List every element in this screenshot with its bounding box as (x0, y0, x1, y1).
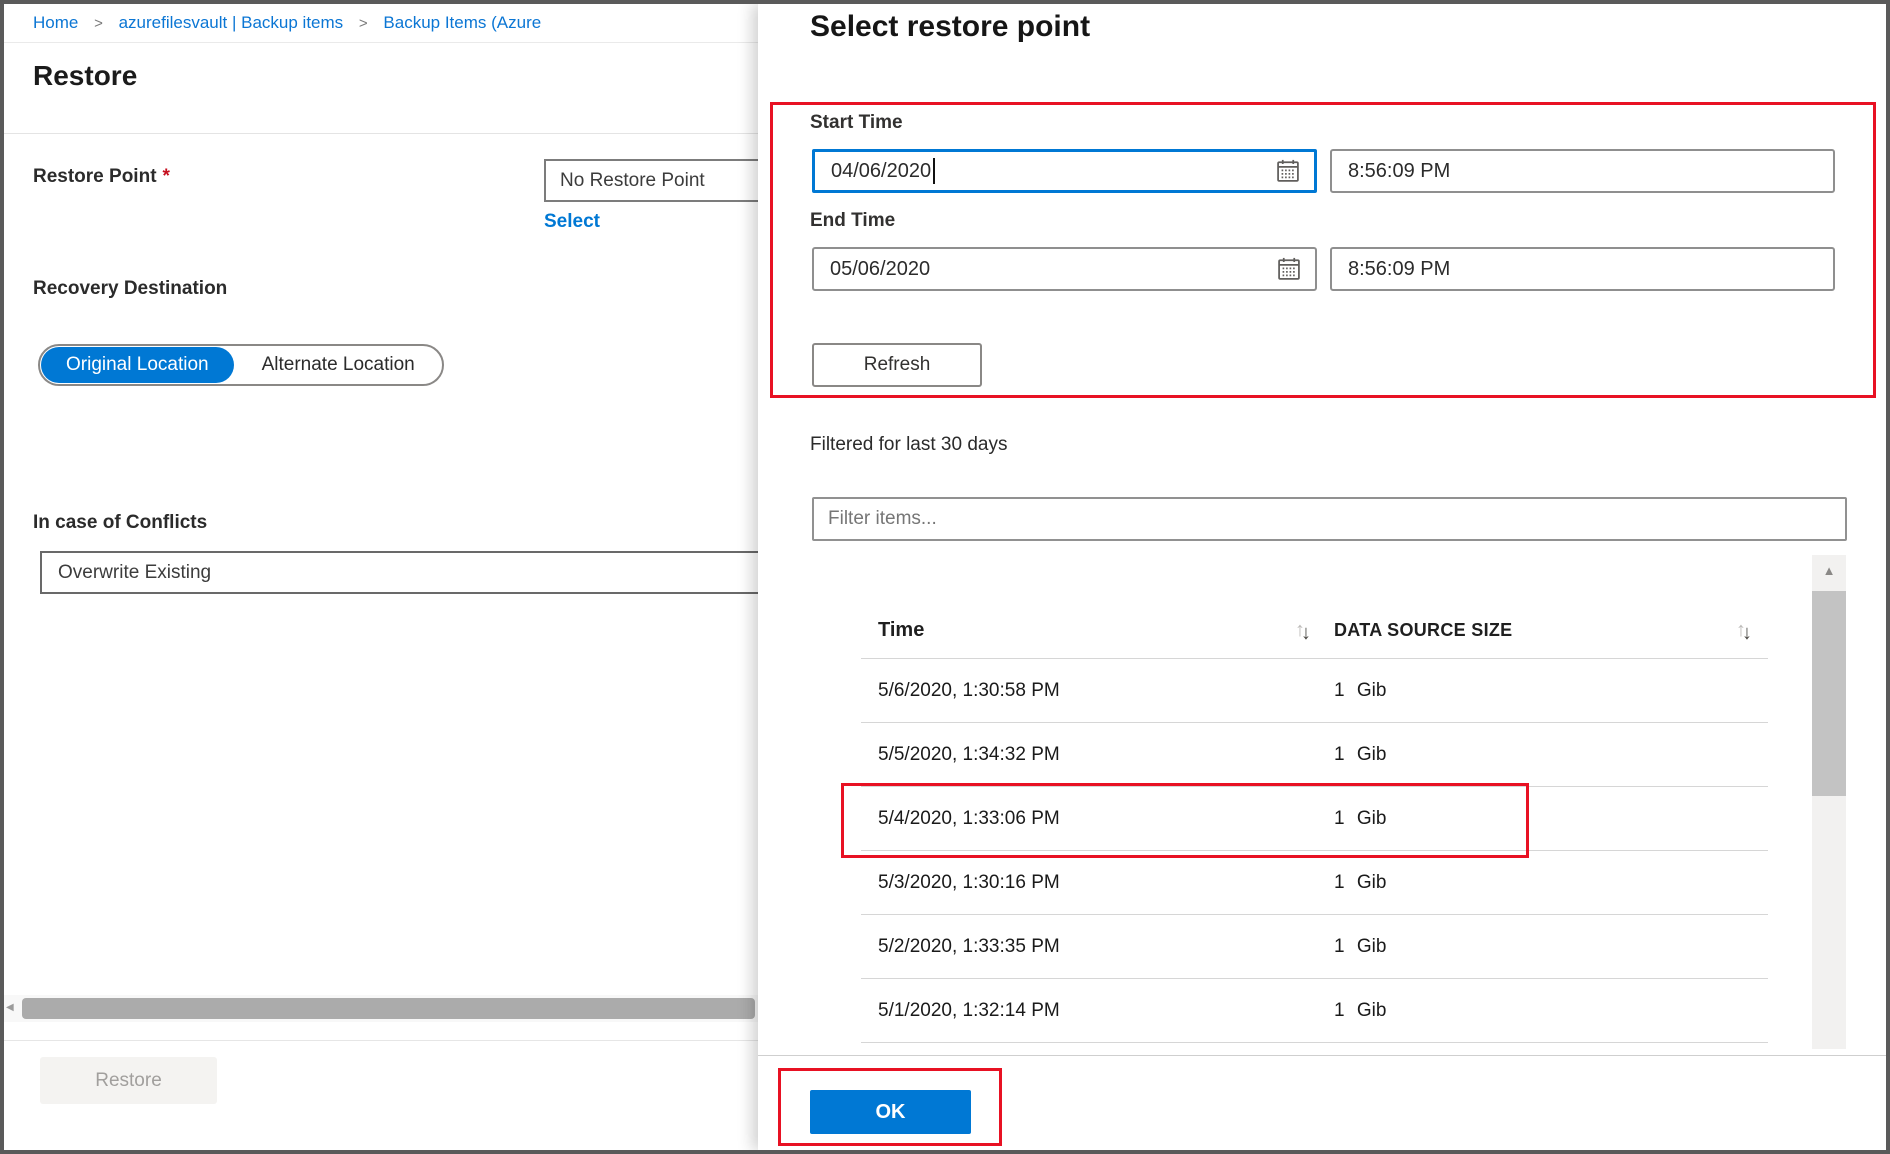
table-row[interactable]: 5/4/2020, 1:33:06 PM 1 Gib (861, 787, 1768, 851)
row-size: 1 Gib (1334, 1000, 1386, 1022)
filter-note: Filtered for last 30 days (810, 434, 1007, 456)
row-size: 1 Gib (1334, 808, 1386, 830)
start-time-input[interactable]: 8:56:09 PM (1330, 149, 1835, 193)
vertical-scrollbar[interactable]: ▲ (1812, 555, 1846, 1049)
select-restore-point-panel: Select restore point Start Time 04/06/20… (758, 4, 1886, 1150)
end-date-value: 05/06/2020 (830, 258, 1275, 281)
filter-items-input[interactable] (812, 497, 1847, 541)
sort-updown-icon[interactable]: ↑↓ (1295, 619, 1311, 642)
recovery-destination-toggle: Original Location Alternate Location (38, 344, 444, 386)
start-time-value: 8:56:09 PM (1348, 160, 1450, 183)
restore-point-value: No Restore Point (560, 170, 705, 192)
restore-point-list: 5/6/2020, 1:30:58 PM 1 Gib 5/5/2020, 1:3… (861, 659, 1768, 1043)
required-asterisk: * (163, 166, 170, 187)
start-date-value: 04/06/2020 (831, 158, 1274, 184)
end-time-value: 8:56:09 PM (1348, 258, 1450, 281)
table-row[interactable]: 5/5/2020, 1:34:32 PM 1 Gib (861, 723, 1768, 787)
row-size: 1 Gib (1334, 872, 1386, 894)
end-time-input[interactable]: 8:56:09 PM (1330, 247, 1835, 291)
column-header-time[interactable]: Time (878, 619, 924, 642)
toggle-alternate-location[interactable]: Alternate Location (235, 354, 442, 376)
end-time-label: End Time (810, 210, 895, 232)
calendar-icon[interactable] (1275, 255, 1303, 283)
restore-button[interactable]: Restore (40, 1057, 217, 1104)
table-row[interactable]: 5/3/2020, 1:30:16 PM 1 Gib (861, 851, 1768, 915)
row-time: 5/1/2020, 1:32:14 PM (878, 1000, 1060, 1022)
row-size: 1 Gib (1334, 936, 1386, 958)
conflicts-value: Overwrite Existing (58, 562, 211, 584)
vertical-scrollbar-thumb[interactable] (1812, 591, 1846, 796)
breadcrumb-vault[interactable]: azurefilesvault | Backup items (119, 13, 344, 32)
row-size: 1 Gib (1334, 744, 1386, 766)
column-header-data-source-size[interactable]: DATA SOURCE SIZE (1334, 620, 1512, 641)
breadcrumb: Home > azurefilesvault | Backup items > … (4, 4, 758, 43)
start-time-label: Start Time (810, 112, 903, 134)
table-row[interactable]: 5/6/2020, 1:30:58 PM 1 Gib (861, 659, 1768, 723)
breadcrumb-home[interactable]: Home (33, 13, 78, 32)
breadcrumb-backup-items[interactable]: Backup Items (Azure (383, 13, 541, 32)
header-divider (4, 133, 758, 134)
start-date-input[interactable]: 04/06/2020 (812, 149, 1317, 193)
refresh-button[interactable]: Refresh (812, 343, 982, 387)
footer-divider (4, 1040, 758, 1041)
restore-point-label: Restore Point* (33, 166, 170, 188)
page-title: Restore (33, 60, 137, 92)
table-header: Time ↑↓ DATA SOURCE SIZE ↑↓ (861, 603, 1768, 659)
toggle-original-location[interactable]: Original Location (41, 347, 234, 383)
table-row[interactable]: 5/1/2020, 1:32:14 PM 1 Gib (861, 979, 1768, 1043)
screenshot-frame: Home > azurefilesvault | Backup items > … (0, 0, 1890, 1154)
row-time: 5/4/2020, 1:33:06 PM (878, 808, 1060, 830)
row-time: 5/3/2020, 1:30:16 PM (878, 872, 1060, 894)
sort-updown-icon[interactable]: ↑↓ (1736, 619, 1752, 642)
calendar-icon[interactable] (1274, 157, 1302, 185)
chevron-up-icon[interactable]: ▲ (1812, 563, 1846, 578)
restore-point-list-area: Time ↑↓ DATA SOURCE SIZE ↑↓ 5/6/2020, 1:… (758, 549, 1886, 1056)
table-row[interactable]: 5/2/2020, 1:33:35 PM 1 Gib (861, 915, 1768, 979)
conflicts-dropdown[interactable]: Overwrite Existing (40, 551, 758, 594)
panel-title: Select restore point (810, 10, 1090, 44)
row-time: 5/6/2020, 1:30:58 PM (878, 680, 1060, 702)
horizontal-scrollbar[interactable]: ◀ (4, 995, 758, 1022)
ok-button[interactable]: OK (810, 1090, 971, 1134)
breadcrumb-separator-icon: > (94, 15, 103, 32)
chevron-left-icon[interactable]: ◀ (6, 1002, 14, 1013)
text-cursor (933, 158, 935, 184)
select-restore-point-link[interactable]: Select (544, 211, 600, 233)
breadcrumb-separator-icon: > (359, 15, 368, 32)
conflicts-label: In case of Conflicts (33, 512, 207, 534)
restore-point-field[interactable]: No Restore Point (544, 159, 758, 202)
horizontal-scrollbar-thumb[interactable] (22, 998, 755, 1019)
row-time: 5/5/2020, 1:34:32 PM (878, 744, 1060, 766)
recovery-destination-label: Recovery Destination (33, 278, 227, 300)
row-time: 5/2/2020, 1:33:35 PM (878, 936, 1060, 958)
restore-blade: Home > azurefilesvault | Backup items > … (4, 4, 758, 1150)
row-size: 1 Gib (1334, 680, 1386, 702)
end-date-input[interactable]: 05/06/2020 (812, 247, 1317, 291)
